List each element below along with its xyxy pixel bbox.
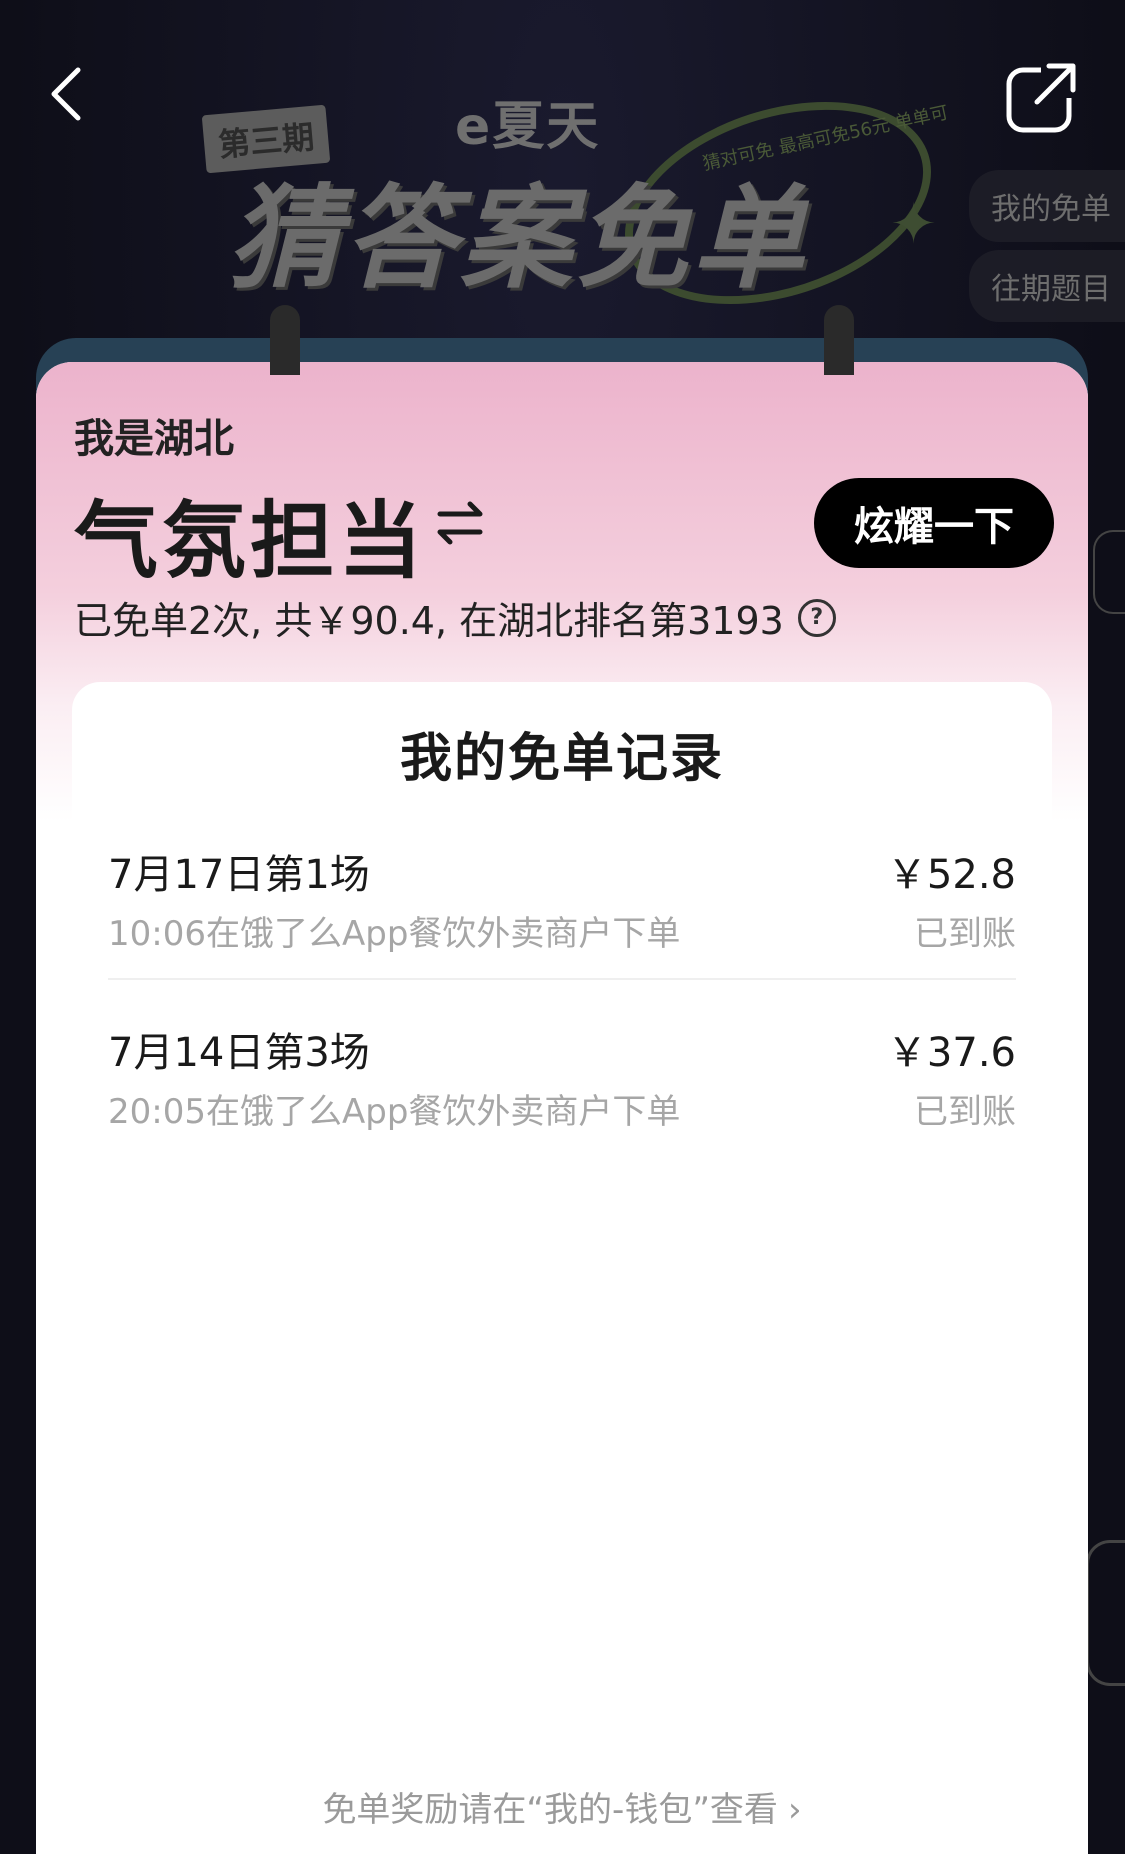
wallet-link[interactable]: 免单奖励请在“我的-钱包”查看 › (36, 1782, 1088, 1831)
background-element (1086, 1540, 1125, 1686)
hanger-left (270, 305, 300, 375)
records-title: 我的免单记录 (399, 729, 724, 789)
side-tab-my-free-orders[interactable]: 我的免单 (969, 170, 1125, 242)
background-element (1093, 530, 1125, 614)
summary-text: 已免单2次, 共￥90.4, 在湖北排名第3193 (74, 599, 784, 643)
record-amount: ￥37.6 (886, 1030, 1016, 1076)
swap-icon[interactable] (430, 492, 490, 552)
share-button[interactable] (1001, 58, 1081, 138)
share-icon (1006, 62, 1077, 133)
record-title: 7月17日第1场 (108, 852, 370, 898)
honor-title: 气氛担当 (74, 492, 427, 590)
free-order-card: 我是湖北 气氛担当 炫耀一下 已免单2次, 共￥90.4, 在湖北排名第3193… (36, 362, 1088, 1854)
record-description: 10:06在饿了么App餐饮外卖商户下单 (108, 914, 681, 954)
back-button[interactable] (38, 58, 94, 130)
record-status: 已到账 (914, 914, 1016, 954)
record-description: 20:05在饿了么App餐饮外卖商户下单 (108, 1092, 681, 1132)
records-panel: 我的免单记录 7月17日第1场 10:06在饿了么App餐饮外卖商户下单 ￥52… (72, 682, 1052, 1854)
chevron-right-icon: › (787, 1790, 802, 1830)
help-icon[interactable]: ? (797, 598, 836, 637)
region-label: 我是湖北 (74, 416, 234, 462)
banner-title: 猜答案免单 (228, 174, 808, 304)
record-item[interactable]: 7月17日第1场 10:06在饿了么App餐饮外卖商户下单 ￥52.8 已到账 (108, 842, 1016, 982)
record-item[interactable]: 7月14日第3场 20:05在饿了么App餐饮外卖商户下单 ￥37.6 已到账 (108, 1020, 1016, 1160)
screen: 猜对可免 最高可免56元 单单可 e夏天 第三期 猜答案免单 ✦ 我的免单 往期… (0, 0, 1125, 1854)
hanger-right (824, 305, 854, 375)
divider (108, 978, 1016, 980)
record-title: 7月14日第3场 (108, 1030, 370, 1076)
record-amount: ￥52.8 (886, 852, 1016, 898)
show-off-button[interactable]: 炫耀一下 (814, 478, 1054, 568)
wallet-link-text: 免单奖励请在“我的-钱包”查看 (322, 1790, 778, 1830)
sparkle-icon: ✦ (890, 192, 937, 257)
side-tab-past-questions[interactable]: 往期题目 (969, 250, 1125, 322)
record-status: 已到账 (914, 1092, 1016, 1132)
summary-line: 已免单2次, 共￥90.4, 在湖北排名第3193 ? (74, 590, 836, 645)
chevron-left-icon (51, 67, 81, 121)
